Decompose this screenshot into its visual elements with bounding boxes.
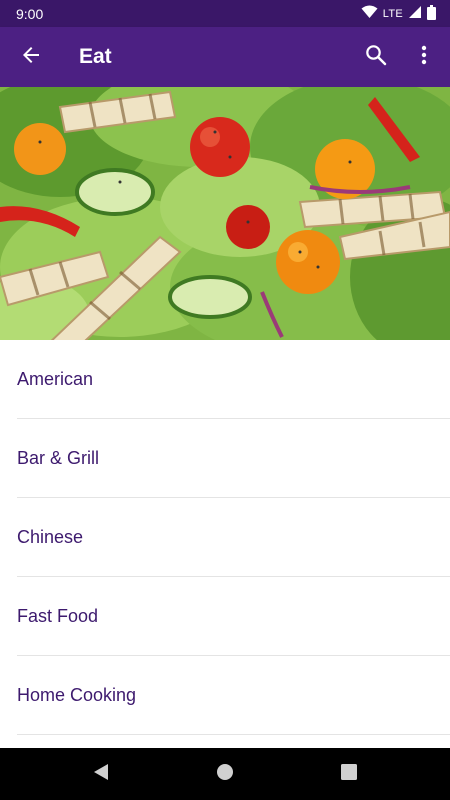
salad-illustration (0, 87, 450, 340)
category-list: American Bar & Grill Chinese Fast Food H… (0, 340, 450, 735)
nav-back-button[interactable] (66, 748, 136, 800)
category-item-bar-grill[interactable]: Bar & Grill (0, 419, 450, 498)
back-arrow-icon (21, 45, 41, 70)
category-item-home-cooking[interactable]: Home Cooking (0, 656, 450, 735)
more-vert-icon (421, 45, 427, 70)
hero-image (0, 87, 450, 340)
more-options-button[interactable] (400, 33, 448, 81)
system-nav-bar (0, 748, 450, 800)
category-item-american[interactable]: American (0, 340, 450, 419)
battery-icon (427, 4, 436, 23)
network-type: LTE (382, 7, 403, 20)
nav-recents-button[interactable] (314, 748, 384, 800)
status-time: 9:00 (16, 5, 44, 22)
search-button[interactable] (352, 33, 400, 81)
signal-icon (408, 5, 422, 22)
app-bar-actions (352, 33, 448, 81)
category-item-fast-food[interactable]: Fast Food (0, 577, 450, 656)
page-title: Eat (79, 45, 112, 68)
category-item-chinese[interactable]: Chinese (0, 498, 450, 577)
category-label: Chinese (17, 527, 84, 547)
nav-home-icon (216, 763, 234, 786)
category-label: Home Cooking (17, 685, 137, 705)
category-label: Fast Food (17, 606, 99, 626)
app-bar: Eat (0, 27, 450, 87)
nav-recents-icon (341, 763, 357, 785)
status-icons: LTE (361, 4, 436, 23)
search-icon (365, 44, 387, 71)
nav-home-button[interactable] (190, 748, 260, 800)
wifi-icon (361, 5, 378, 22)
back-button[interactable] (7, 33, 55, 81)
category-label: Bar & Grill (17, 448, 100, 468)
category-label: American (17, 369, 94, 389)
nav-back-icon (92, 763, 110, 786)
status-bar: 9:00 LTE (0, 0, 450, 27)
